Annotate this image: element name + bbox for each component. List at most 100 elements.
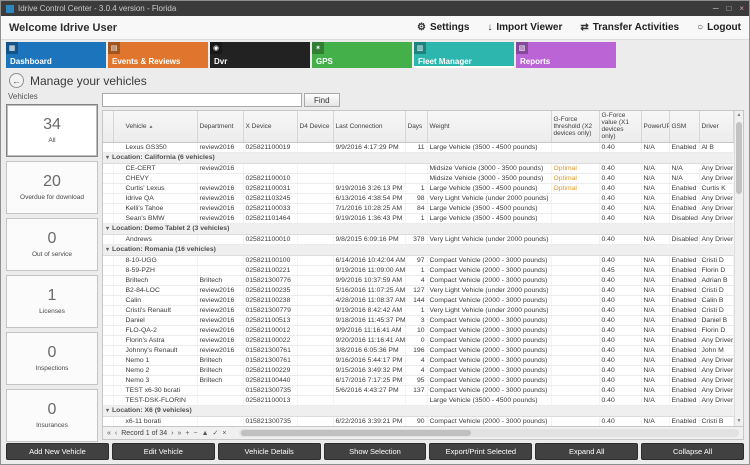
vehicle-row-sean-s-bmw[interactable]: Sean's BMW review2016 025821101464 9/19/201…	[103, 213, 734, 224]
cell-gsm: Enabled	[669, 193, 700, 204]
vehicle-row-test-dsk-florin[interactable]: TEST-DSK-FLORIN 025821100013 Large Vehicle…	[103, 395, 734, 406]
collapse-caret-icon[interactable]: ▾	[106, 226, 109, 232]
vehicle-row-briltech[interactable]: Briltech Briltech 015821300776 9/9/2016 10:…	[103, 275, 734, 286]
column-header-vehicle[interactable]: Vehicle ▲	[113, 111, 198, 143]
group-row-location-demo-tablet-2-3-vehicles[interactable]: ▾ Location: Demo Tablet 2 (3 vehicles)	[103, 223, 734, 235]
collapse-caret-icon[interactable]: ▾	[106, 247, 109, 253]
collapse-all-button[interactable]: Collapse All	[641, 443, 745, 460]
horizontal-scrollbar[interactable]	[238, 429, 739, 437]
vehicle-row-calin[interactable]: Calin review2016 025821100238 4/28/2016 11:…	[103, 295, 734, 306]
settings-button[interactable]: ⚙ Settings	[417, 22, 469, 33]
cell-weight: Very Light Vehicle (under 2000 pounds)	[427, 193, 552, 204]
tab-dashboard[interactable]: ▦ Dashboard	[6, 42, 106, 68]
cell-driver: Calin B	[699, 295, 734, 306]
nav-prev-button[interactable]: ‹	[115, 430, 117, 437]
vehicle-row-test-x6-30-bcrati[interactable]: TEST x6-30 bcrati 015821300735 5/6/2016 4:…	[103, 385, 734, 396]
tab-fleet-manager[interactable]: ▥ Fleet Manager	[414, 42, 514, 68]
vehicle-row-8-59-pzh[interactable]: 8-59-PZH 025821100221 9/19/2016 11:09:00 A…	[103, 265, 734, 276]
vehicle-row-flo-qa-2[interactable]: FLO-QA-2 review2016 025821100012 9/9/2016 1…	[103, 325, 734, 336]
nav-last-button[interactable]: »	[178, 430, 182, 437]
vehicle-filter-card-insurances[interactable]: 0 Insurances	[6, 389, 98, 442]
cell-driver: Florin D	[699, 265, 734, 276]
nav-endedit-button[interactable]: ✓	[213, 430, 219, 437]
vehicle-filter-card-all[interactable]: 34 All	[6, 104, 98, 157]
vehicle-row-nemo-3[interactable]: Nemo 3 Briltech 025821100440 6/17/2016 7:17…	[103, 375, 734, 386]
group-row-location-romania-16-vehicles[interactable]: ▾ Location: Romania (16 vehicles)	[103, 244, 734, 256]
vehicle-row-nemo-2[interactable]: Nemo 2 Briltech 025821100229 9/15/2016 3:49…	[103, 365, 734, 376]
transfer-activities-button[interactable]: ⇄ Transfer Activities	[580, 22, 679, 33]
cell-g-force-value-x1-devices-only: 0.40	[599, 203, 642, 214]
vehicle-filter-card-inspections[interactable]: 0 Inspections	[6, 332, 98, 385]
tab-dvr[interactable]: ◉ Dvr	[210, 42, 310, 68]
group-row-location-california-6-vehicles[interactable]: ▾ Location: California (6 vehicles)	[103, 152, 734, 164]
add-new-vehicle-button[interactable]: Add New Vehicle	[6, 443, 109, 460]
vehicle-row-idrive-qa[interactable]: Idrive QA review2016 025821103245 6/13/2016…	[103, 193, 734, 204]
nav-edit-button[interactable]: ▲	[202, 430, 209, 437]
vehicle-details-button[interactable]: Vehicle Details	[217, 443, 321, 460]
back-button[interactable]: ←	[9, 73, 24, 88]
column-header-weight[interactable]: Weight	[427, 111, 552, 143]
vehicle-row-chevy[interactable]: CHEVY 025821100010 Midsize Vehicle (3000 -…	[103, 173, 734, 184]
scroll-down-icon[interactable]: ▼	[735, 417, 743, 426]
vertical-scrollbar-thumb[interactable]	[736, 122, 742, 194]
show-selection-button[interactable]: Show Selection	[323, 443, 427, 460]
vehicle-row-johnny-s-renault[interactable]: Johnny's Renault review2016 015821300761 3/…	[103, 345, 734, 356]
find-button[interactable]: Find	[304, 93, 340, 107]
column-header-days[interactable]: Days	[405, 111, 428, 143]
nav-next-button[interactable]: ›	[171, 430, 173, 437]
vehicle-row-daniel[interactable]: Daniel review2016 025821100513 9/18/2016 11…	[103, 315, 734, 326]
maximize-button[interactable]: □	[726, 4, 731, 13]
nav-append-button[interactable]: +	[185, 430, 189, 437]
logout-button[interactable]: ○ Logout	[697, 22, 741, 33]
cell-d4-device	[297, 345, 334, 356]
vertical-scrollbar[interactable]: ▲ ▼	[734, 111, 743, 426]
collapse-caret-icon[interactable]: ▾	[106, 408, 109, 414]
tab-events-reviews[interactable]: ▤ Events & Reviews	[108, 42, 208, 68]
cell-powerup: N/A	[641, 173, 670, 184]
minimize-button[interactable]: ─	[713, 4, 719, 13]
column-header-g-force-value-x1-devices-only[interactable]: G-Force value (X1 devices only)	[599, 111, 642, 143]
vehicle-row-andrews[interactable]: Andrews 025821100010 9/8/2015 6:09:16 PM 37…	[103, 234, 734, 245]
nav-delete-button[interactable]: −	[194, 430, 198, 437]
close-button[interactable]: ×	[739, 4, 744, 13]
vehicle-filter-card-licenses[interactable]: 1 Licenses	[6, 275, 98, 328]
column-header-x-device[interactable]: X Device	[243, 111, 298, 143]
nav-first-button[interactable]: «	[107, 430, 111, 437]
tab-reports[interactable]: ▧ Reports	[516, 42, 616, 68]
column-header-powerup[interactable]: PowerUP	[641, 111, 670, 143]
horizontal-scrollbar-thumb[interactable]	[240, 430, 471, 436]
cell-weight: Compact Vehicle (2000 - 3000 pounds)	[427, 315, 552, 326]
tab-gps[interactable]: ✶ GPS	[312, 42, 412, 68]
collapse-caret-icon[interactable]: ▾	[106, 155, 109, 161]
edit-vehicle-button[interactable]: Edit Vehicle	[111, 443, 215, 460]
cell-d4-device	[297, 163, 334, 174]
vehicle-row-kelli-s-tahoe[interactable]: Kelli's Tahoe review2016 025821100033 7/1/2…	[103, 203, 734, 214]
vehicle-row-x6-11-borati[interactable]: x6-11 borati 015821300735 6/22/2016 3:39:2…	[103, 416, 734, 426]
column-header-last-connection[interactable]: Last Connection	[333, 111, 406, 143]
search-input[interactable]	[102, 93, 302, 107]
column-header-driver[interactable]: Driver	[699, 111, 734, 143]
cell-last-connection: 9/19/2016 11:09:00 AM	[333, 265, 406, 276]
vehicle-row-ce-cert[interactable]: CE-CERT review2016 Midsize Vehicle (3000 -…	[103, 163, 734, 174]
column-header-department[interactable]: Department	[197, 111, 244, 143]
vehicle-row-lexus-gs350[interactable]: Lexus GS350 review2016 025821100019 9/9/201…	[103, 142, 734, 153]
vehicle-row-8-10-ugg[interactable]: 8-10-UGG 025821100100 6/14/2016 10:42:04 A…	[103, 255, 734, 266]
vehicle-row-cristi-s-renault[interactable]: Cristi's Renault review2016 015821300779 9/…	[103, 305, 734, 316]
scroll-up-icon[interactable]: ▲	[735, 111, 743, 120]
vehicle-row-nemo-1[interactable]: Nemo 1 Briltech 015821300761 9/16/2016 5:44…	[103, 355, 734, 366]
vehicle-row-b2-84-loc[interactable]: B2-84-LOC review2016 025821100235 5/16/2016…	[103, 285, 734, 296]
vehicle-filter-card-overdue-for-download[interactable]: 20 Overdue for download	[6, 161, 98, 214]
filter-label: Inspections	[35, 365, 69, 373]
import-viewer-button[interactable]: ↓ Import Viewer	[487, 22, 562, 33]
vehicle-row-curtis-lexus[interactable]: Curtis' Lexus review2016 025821100031 9/19/…	[103, 183, 734, 194]
group-row-location-x6-9-vehicles[interactable]: ▾ Location: X6 (9 vehicles)	[103, 405, 734, 417]
expand-all-button[interactable]: Expand All	[535, 443, 639, 460]
column-header-d4-device[interactable]: D4 Device	[297, 111, 334, 143]
vehicle-row-florin-s-astra[interactable]: Florin's Astra review2016 025821100022 9/20…	[103, 335, 734, 346]
vehicle-filter-card-out-of-service[interactable]: 0 Out of service	[6, 218, 98, 271]
row-indent-cell	[103, 305, 114, 316]
column-header-gsm[interactable]: GSM	[669, 111, 700, 143]
nav-cancel-button[interactable]: ×	[222, 430, 226, 437]
export-print-selected-button[interactable]: Export/Print Selected	[429, 443, 533, 460]
column-header-g-force-threshold-x2-devices-only[interactable]: G-Force threshold (X2 devices only)	[551, 111, 600, 143]
